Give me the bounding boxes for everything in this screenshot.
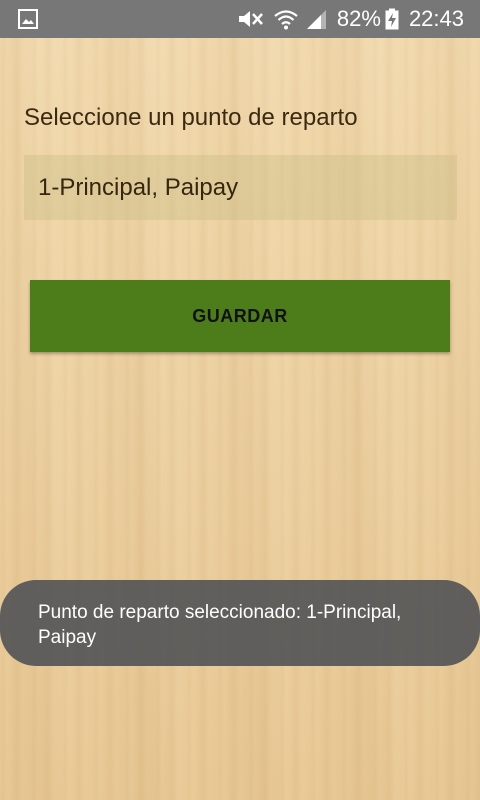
signal-icon <box>306 10 326 29</box>
toast-message: Punto de reparto seleccionado: 1-Princip… <box>0 580 480 666</box>
save-button-label: GUARDAR <box>192 305 288 326</box>
battery-charging-icon <box>385 8 399 30</box>
toast-text: Punto de reparto seleccionado: 1-Princip… <box>38 602 402 648</box>
save-button[interactable]: GUARDAR <box>30 280 450 352</box>
delivery-point-label: Seleccione un punto de reparto <box>24 104 358 131</box>
image-icon <box>18 9 38 29</box>
spinner-selected-value: 1-Principal, Paipay <box>38 173 239 201</box>
wifi-icon <box>274 10 298 30</box>
status-icons: 82% 22:43 <box>235 0 480 38</box>
mute-icon <box>238 11 263 27</box>
main-content: Seleccione un punto de reparto 1-Princip… <box>0 38 480 800</box>
clock: 22:43 <box>408 6 464 31</box>
battery-percent: 82% <box>336 6 381 31</box>
status-bar: 82% 22:43 <box>0 0 480 38</box>
delivery-point-spinner[interactable]: 1-Principal, Paipay <box>24 155 457 220</box>
